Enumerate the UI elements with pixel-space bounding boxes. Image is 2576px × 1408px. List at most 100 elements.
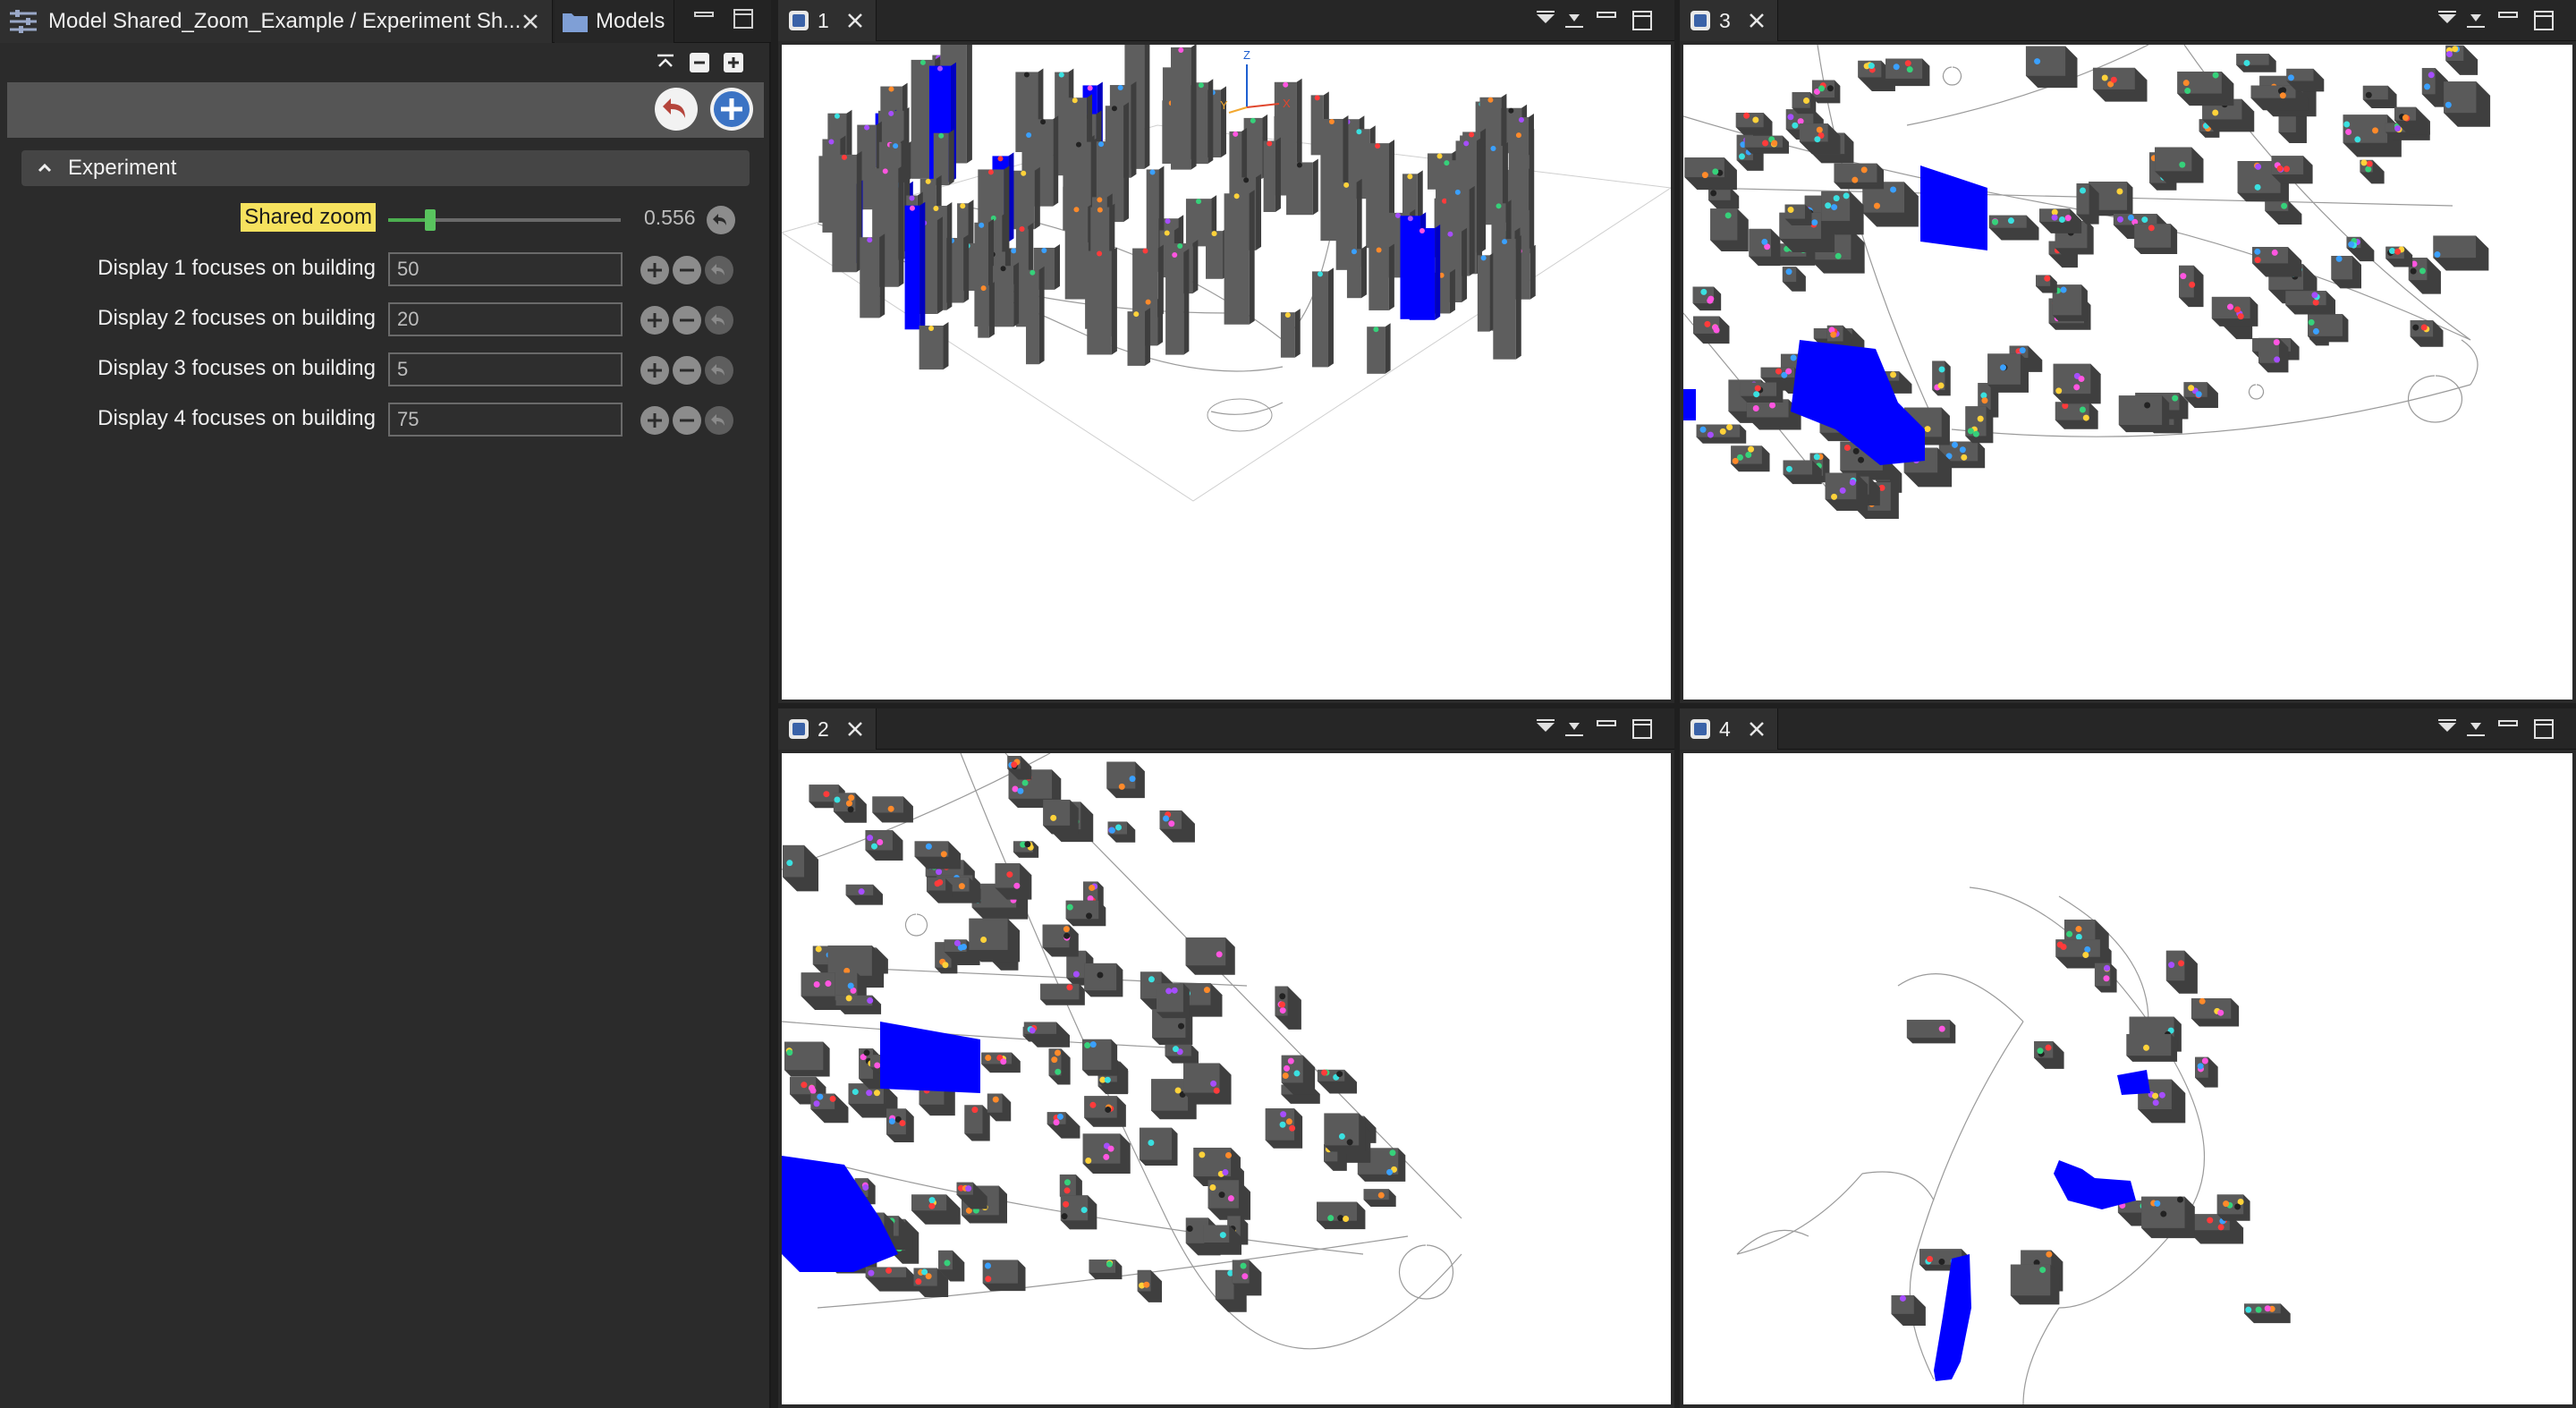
display-canvas-4[interactable]	[1683, 753, 2572, 1404]
display-4-building-input[interactable]	[388, 403, 623, 437]
building	[1988, 215, 2039, 241]
revert-icon	[711, 364, 724, 376]
building	[2243, 1303, 2291, 1324]
building	[1265, 1108, 1303, 1149]
close-icon[interactable]	[1746, 10, 1767, 31]
building	[1965, 406, 1994, 444]
building	[2216, 1194, 2250, 1221]
building	[1170, 45, 1197, 170]
revert-button[interactable]	[705, 256, 733, 284]
plus-square-icon[interactable]	[721, 50, 746, 75]
building	[987, 1093, 1012, 1122]
tab-models[interactable]: Models	[555, 0, 674, 43]
minimize-icon[interactable]	[691, 5, 717, 32]
undo-button[interactable]	[655, 88, 698, 131]
building	[1183, 1063, 1232, 1105]
building	[1782, 267, 1806, 292]
maximize-icon	[2534, 719, 2554, 739]
building	[1107, 821, 1136, 843]
close-icon[interactable]	[1746, 718, 1767, 740]
close-icon[interactable]	[844, 718, 866, 740]
tab-display-3[interactable]: 3	[1680, 0, 1778, 41]
display-canvas-2[interactable]	[782, 753, 1671, 1404]
building	[1084, 963, 1123, 997]
close-icon[interactable]	[844, 10, 866, 31]
add-button[interactable]	[710, 88, 753, 131]
building	[1987, 353, 2029, 393]
building	[886, 1108, 914, 1143]
building	[1013, 841, 1039, 858]
decrement-button[interactable]	[673, 256, 701, 284]
display-canvas-1[interactable]: Z X Y	[782, 45, 1671, 700]
display-3-building-input[interactable]	[388, 352, 623, 386]
tab-display-2[interactable]: 2	[778, 708, 877, 750]
building	[865, 1267, 920, 1292]
tab-display-1[interactable]: 1	[778, 0, 877, 41]
display-canvas-3[interactable]	[1683, 45, 2572, 700]
experiment-section-header[interactable]: Experiment	[21, 150, 750, 186]
decrement-button[interactable]	[673, 306, 701, 335]
revert-button[interactable]	[705, 406, 733, 435]
revert-button[interactable]	[705, 356, 733, 385]
increment-button[interactable]	[640, 406, 669, 435]
param-label: Display 2 focuses on building	[97, 306, 376, 330]
maximize-icon	[2534, 11, 2554, 30]
building	[2036, 275, 2057, 293]
building	[2118, 395, 2170, 433]
building	[1042, 924, 1079, 957]
tab-experiment[interactable]: Model Shared_Zoom_Example / Experiment S…	[0, 0, 553, 43]
decrement-button[interactable]	[673, 356, 701, 385]
building	[1040, 983, 1085, 1005]
experiment-panel: Model Shared_Zoom_Example / Experiment S…	[0, 0, 771, 1408]
minus-square-icon[interactable]	[687, 50, 712, 75]
chevron-up-icon	[32, 156, 57, 181]
building	[1065, 900, 1106, 927]
building	[2134, 224, 2178, 254]
building	[969, 918, 1021, 963]
increment-button[interactable]	[640, 256, 669, 284]
building	[835, 995, 882, 1014]
slider-fill	[388, 218, 430, 222]
building	[2285, 291, 2335, 315]
decrement-button[interactable]	[673, 406, 701, 435]
building	[1799, 123, 1841, 155]
building	[1696, 424, 1747, 444]
slider-thumb[interactable]	[424, 209, 436, 231]
shared-zoom-slider[interactable]	[388, 209, 621, 231]
building	[1060, 1195, 1097, 1230]
building	[2092, 67, 2148, 102]
increment-button[interactable]	[640, 306, 669, 335]
building	[1792, 91, 1817, 115]
display-1-building-input[interactable]	[388, 252, 623, 286]
building	[1023, 1022, 1070, 1048]
axis-label-z: Z	[1243, 48, 1250, 62]
building	[810, 1093, 849, 1124]
display-2-building-input[interactable]	[388, 302, 623, 336]
plus-icon	[648, 363, 662, 377]
building	[1127, 308, 1151, 366]
building	[1885, 58, 1930, 87]
building	[933, 129, 954, 186]
building	[1185, 937, 1235, 975]
display-tab-label: 3	[1719, 8, 1731, 32]
building	[1165, 249, 1190, 355]
building	[2271, 156, 2313, 184]
reset-zoom-button[interactable]	[707, 206, 735, 234]
maximize-icon[interactable]	[730, 5, 757, 32]
increment-button[interactable]	[640, 356, 669, 385]
building	[2252, 247, 2302, 277]
building	[1731, 445, 1770, 472]
building	[845, 884, 883, 905]
maximize-icon	[1632, 719, 1652, 739]
building	[2183, 382, 2218, 409]
collapse-all-icon[interactable]	[653, 50, 678, 75]
building	[914, 841, 962, 869]
param-row-display-1: Display 1 focuses on building	[0, 250, 771, 290]
tab-display-4[interactable]: 4	[1680, 708, 1778, 750]
minimize-icon	[1597, 720, 1616, 726]
building	[1137, 1269, 1162, 1302]
building	[832, 150, 862, 273]
building	[1046, 1112, 1080, 1139]
revert-button[interactable]	[705, 306, 733, 335]
close-icon[interactable]	[518, 9, 543, 34]
